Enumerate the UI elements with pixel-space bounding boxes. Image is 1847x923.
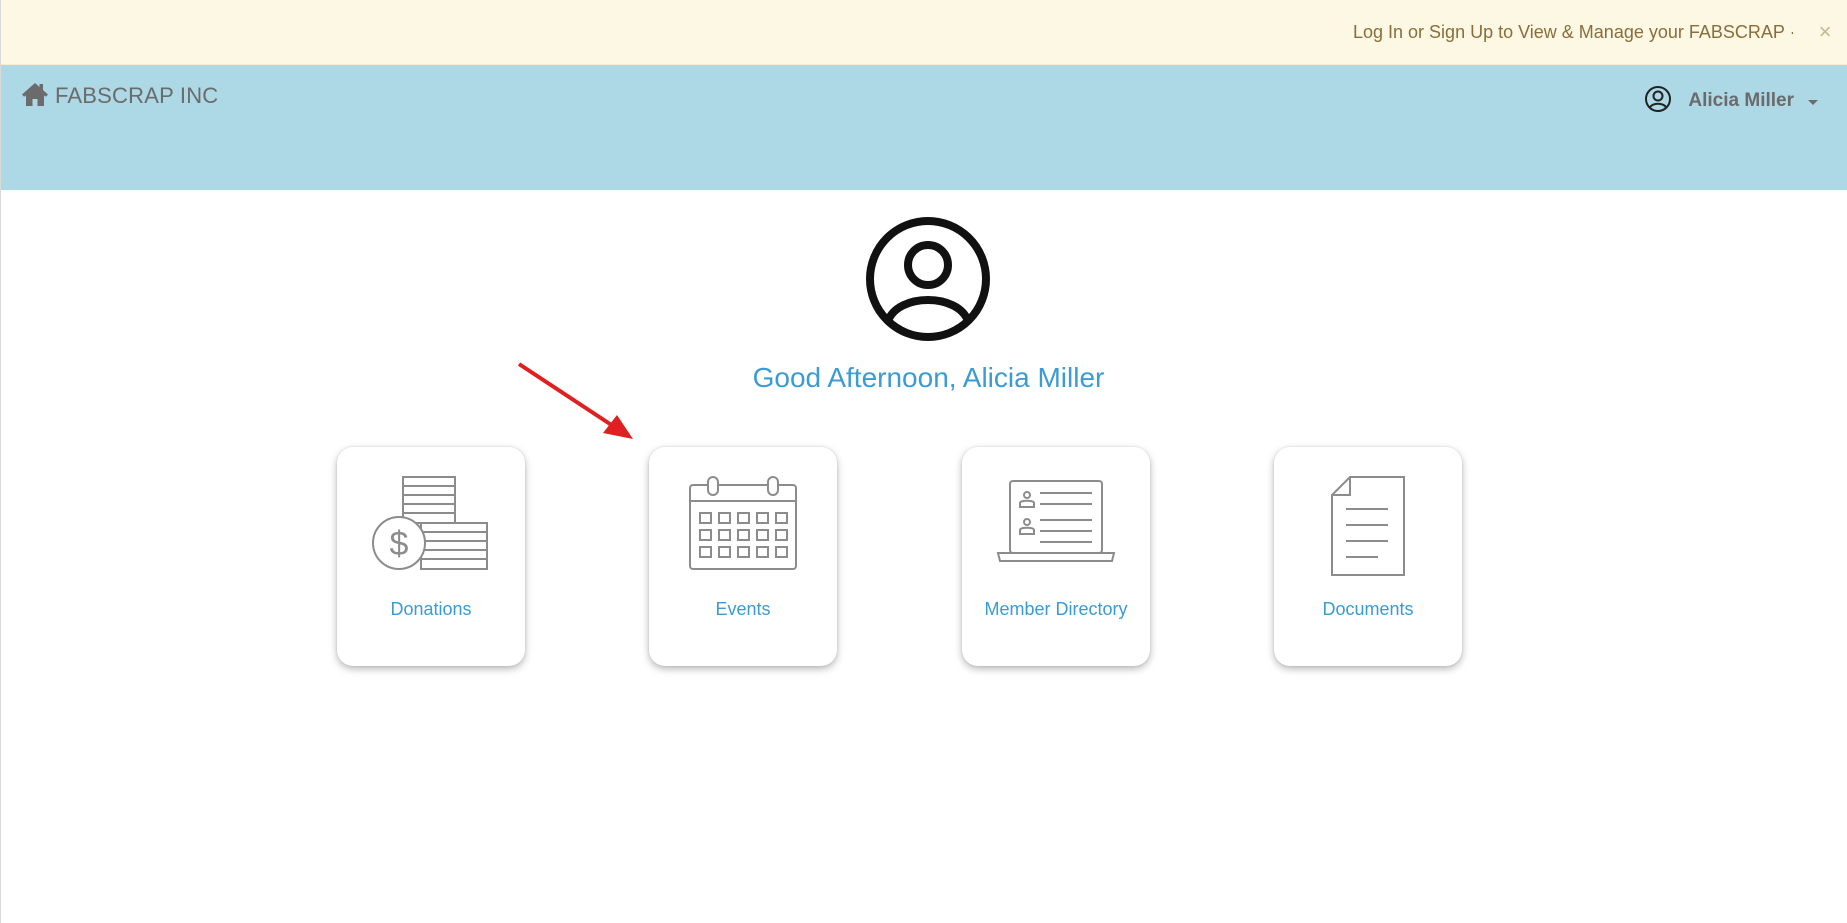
top-navbar: FABSCRAP INC Alicia Miller [1,65,1847,190]
events-card[interactable]: Events [649,447,837,666]
user-circle-icon [866,217,990,341]
documents-label: Documents [1322,599,1414,619]
home-icon [21,81,49,112]
banner-close-button[interactable]: × [1814,18,1836,46]
chevron-down-icon [1808,99,1818,105]
brand-name: FABSCRAP INC [55,83,219,108]
banner-message[interactable]: Log In or Sign Up to View & Manage your … [1353,22,1793,44]
documents-card[interactable]: Documents [1274,447,1462,666]
greeting-text: Good Afternoon, Alicia Miller [752,362,1105,393]
document-icon [1274,475,1462,595]
member-directory-icon [962,475,1150,595]
svg-text:$: $ [390,525,409,563]
donations-icon: $ [337,475,525,595]
announcement-banner: Log In or Sign Up to View & Manage your … [1,0,1847,65]
member-directory-card[interactable]: Member Directory [962,447,1150,666]
donations-label: Donations [390,599,472,619]
user-menu-dropdown[interactable]: Alicia Miller [1644,85,1818,117]
brand-link[interactable]: FABSCRAP INC [21,81,218,111]
page-frame: Log In or Sign Up to View & Manage your … [0,0,1847,923]
user-name: Alicia Miller [1688,90,1794,111]
calendar-icon [649,475,837,595]
member-directory-label: Member Directory [984,599,1128,619]
user-circle-icon [1644,85,1672,118]
donations-card[interactable]: $ Donations [337,447,525,666]
events-label: Events [715,599,771,619]
profile-avatar [864,215,992,343]
annotation-arrow-icon [517,362,633,439]
